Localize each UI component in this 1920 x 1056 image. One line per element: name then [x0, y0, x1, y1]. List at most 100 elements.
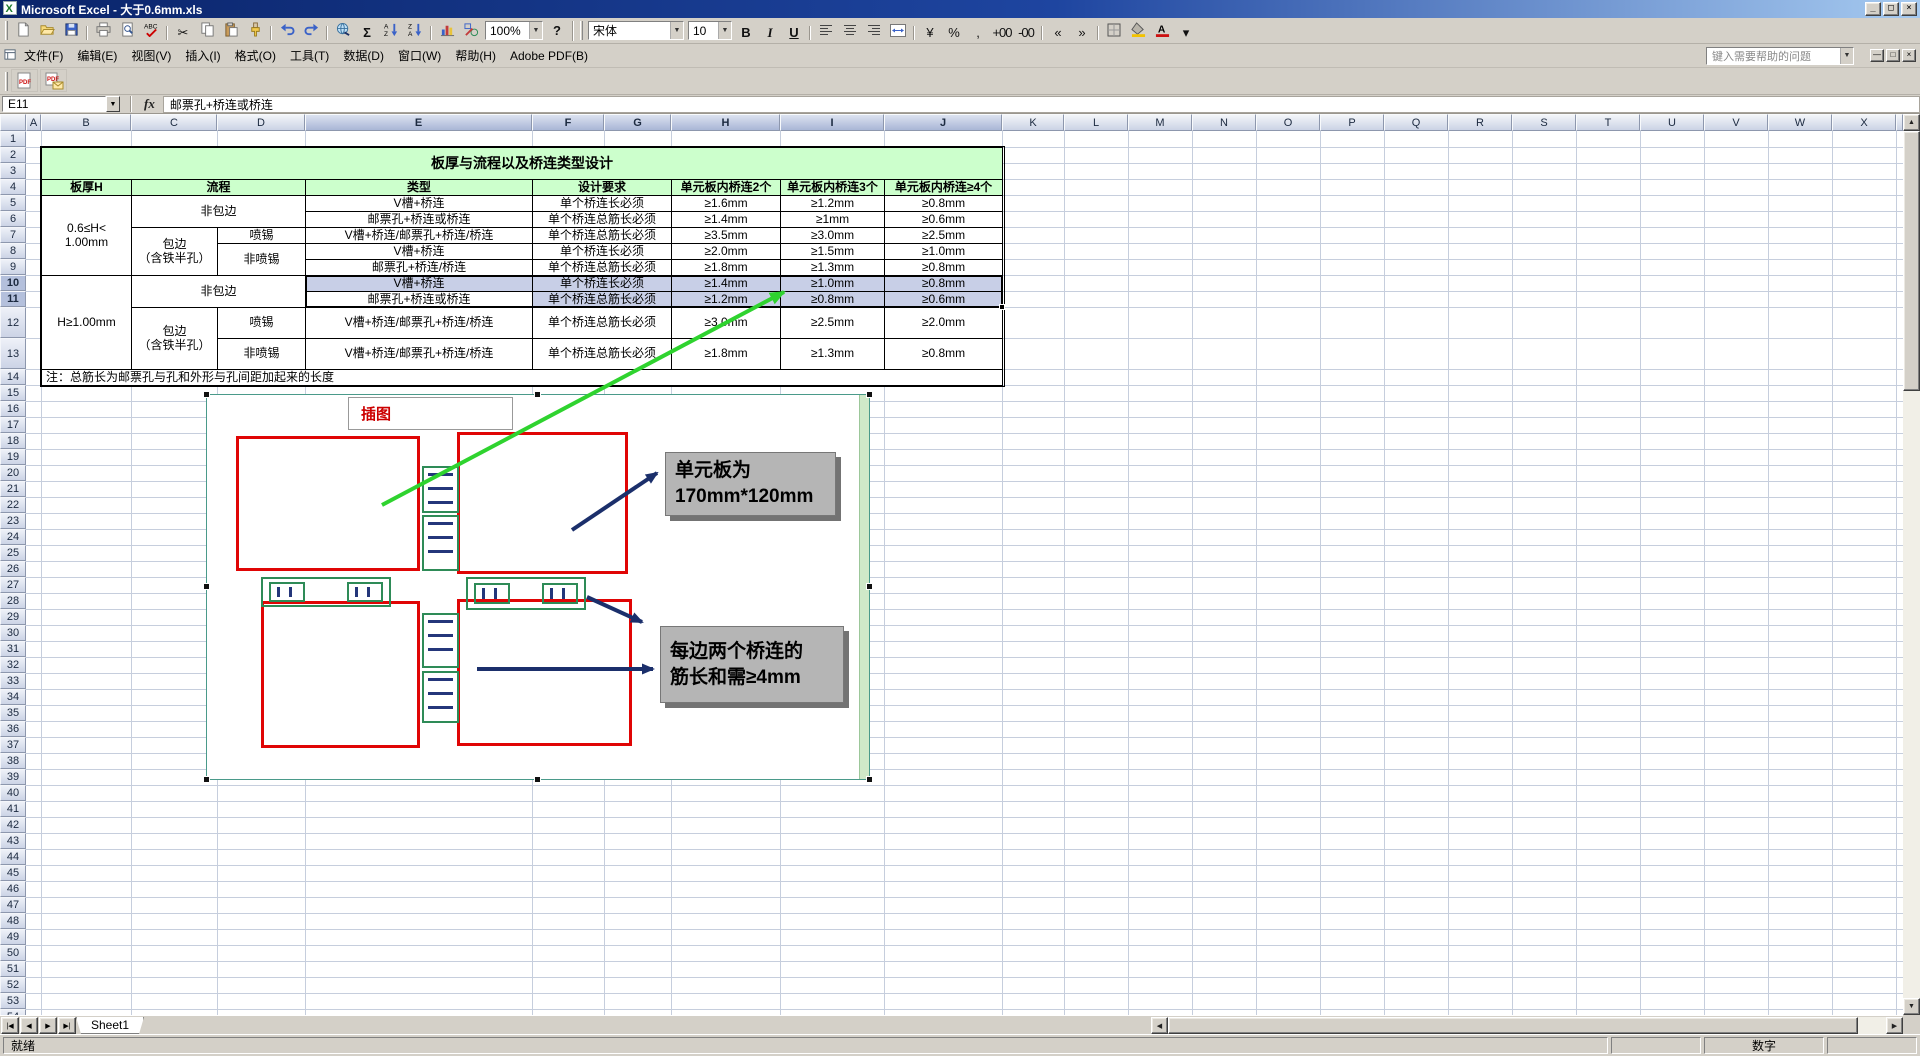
row-header-46[interactable]: 46 — [0, 881, 26, 897]
column-header-I[interactable]: I — [780, 114, 884, 131]
cell[interactable]: ≥0.6mm — [884, 291, 1003, 308]
formula-input[interactable]: 邮票孔+桥连或桥连 — [162, 95, 1920, 113]
cell[interactable]: ≥1mm — [780, 211, 885, 228]
picture-illustration[interactable]: 插图 单元板为 170mm*120mm 每边两个桥连的 筋长和需≥4mm — [203, 391, 873, 783]
cell[interactable]: 设计要求 — [532, 179, 672, 196]
row-header-42[interactable]: 42 — [0, 817, 26, 833]
row-header-11[interactable]: 11 — [0, 291, 26, 307]
menu-item-3[interactable]: 插入(I) — [178, 45, 227, 67]
row-header-29[interactable]: 29 — [0, 609, 26, 625]
row-header-21[interactable]: 21 — [0, 481, 26, 497]
cell[interactable]: ≥1.4mm — [671, 211, 781, 228]
column-header-E[interactable]: E — [305, 114, 532, 131]
insert-function-button[interactable]: fx — [144, 96, 155, 112]
undo-button[interactable] — [276, 19, 298, 40]
cell[interactable]: V槽+桥连/邮票孔+桥连/桥连 — [305, 227, 533, 244]
row-header-47[interactable]: 47 — [0, 897, 26, 913]
cell[interactable]: ≥0.6mm — [884, 211, 1003, 228]
row-header-39[interactable]: 39 — [0, 769, 26, 785]
chevron-down-icon[interactable]: ▼ — [670, 22, 683, 39]
column-header-J[interactable]: J — [884, 114, 1002, 131]
cell[interactable]: ≥1.6mm — [671, 195, 781, 212]
cell[interactable]: 注：总筋长为邮票孔与孔和外形与孔间距加起来的长度 — [41, 369, 1003, 386]
selection-handle[interactable] — [203, 583, 210, 590]
row-header-9[interactable]: 9 — [0, 259, 26, 275]
cell[interactable]: ≥1.0mm — [780, 275, 885, 292]
align-center-button[interactable] — [839, 20, 861, 41]
help-button[interactable]: ? — [546, 20, 568, 41]
selection-handle[interactable] — [534, 776, 541, 783]
row-header-33[interactable]: 33 — [0, 673, 26, 689]
cell[interactable]: 单个桥连长必须 — [532, 195, 672, 212]
row-header-1[interactable]: 1 — [0, 131, 26, 147]
convert-to-adobe-pdf-and-email-button[interactable]: PDF — [40, 69, 67, 93]
cell[interactable]: 包边 （含铁半孔） — [131, 307, 218, 370]
cell[interactable]: 包边 （含铁半孔） — [131, 227, 218, 276]
row-header-28[interactable]: 28 — [0, 593, 26, 609]
sheet-grid[interactable]: 1 2 3 4 5 6 7 8 9 10 11 12 13 14 15 16 17 18 19 20 21 22 23 24 2… — [0, 131, 1903, 1015]
row-header-4[interactable]: 4 — [0, 179, 26, 195]
scroll-left-icon[interactable]: ◀ — [1151, 1017, 1168, 1034]
convert-to-adobe-pdf-button[interactable]: PDF — [11, 69, 38, 93]
cell[interactable]: ≥1.4mm — [671, 275, 781, 292]
row-header-53[interactable]: 53 — [0, 993, 26, 1009]
cell[interactable]: ≥0.8mm — [884, 259, 1003, 276]
scroll-up-icon[interactable]: ▲ — [1903, 114, 1920, 131]
column-header-W[interactable]: W — [1768, 114, 1832, 131]
merge-center-button[interactable] — [887, 20, 909, 41]
row-header-34[interactable]: 34 — [0, 689, 26, 705]
autosum-button[interactable]: Σ — [356, 22, 378, 43]
column-header-M[interactable]: M — [1128, 114, 1192, 131]
row-header-31[interactable]: 31 — [0, 641, 26, 657]
vertical-scrollbar[interactable]: ▲ ▼ — [1903, 114, 1920, 1015]
cell[interactable]: 邮票孔+桥连/桥连 — [305, 259, 533, 276]
increase-indent-button[interactable]: » — [1071, 22, 1093, 43]
row-header-8[interactable]: 8 — [0, 243, 26, 259]
column-header-Q[interactable]: Q — [1384, 114, 1448, 131]
cell[interactable]: ≥0.8mm — [780, 291, 885, 308]
row-header-50[interactable]: 50 — [0, 945, 26, 961]
cell[interactable]: 类型 — [305, 179, 533, 196]
selection-handle[interactable] — [866, 583, 873, 590]
column-header-L[interactable]: L — [1064, 114, 1128, 131]
row-header-15[interactable]: 15 — [0, 385, 26, 401]
cell[interactable]: 单元板内桥连2个 — [671, 179, 781, 196]
cell[interactable]: ≥1.5mm — [780, 243, 885, 260]
row-header-48[interactable]: 48 — [0, 913, 26, 929]
currency-button[interactable]: ¥ — [919, 22, 941, 43]
cell[interactable]: ≥1.0mm — [884, 243, 1003, 260]
column-header-O[interactable]: O — [1256, 114, 1320, 131]
row-header-7[interactable]: 7 — [0, 227, 26, 243]
menu-item-4[interactable]: 格式(O) — [228, 45, 283, 67]
chevron-down-icon[interactable]: ▼ — [1840, 47, 1853, 64]
menu-item-0[interactable]: 文件(F) — [17, 45, 70, 67]
cell[interactable]: 0.6≤H< 1.00mm — [41, 195, 132, 276]
cell[interactable]: V槽+桥连 — [305, 243, 533, 260]
cell[interactable]: ≥1.3mm — [780, 259, 885, 276]
column-header-H[interactable]: H — [671, 114, 780, 131]
drawing-button[interactable] — [460, 19, 482, 40]
selection-handle[interactable] — [534, 391, 541, 398]
column-header-V[interactable]: V — [1704, 114, 1768, 131]
insert-hyperlink-button[interactable] — [332, 19, 354, 40]
comma-button[interactable]: , — [967, 22, 989, 43]
help-question-box[interactable]: 键入需要帮助的问题 ▼ — [1706, 46, 1854, 65]
toolbar-grip[interactable] — [580, 21, 583, 40]
decrease-indent-button[interactable]: « — [1047, 22, 1069, 43]
row-header-26[interactable]: 26 — [0, 561, 26, 577]
chevron-down-icon[interactable]: ▼ — [529, 22, 542, 39]
row-header-25[interactable]: 25 — [0, 545, 26, 561]
align-left-button[interactable] — [815, 20, 837, 41]
cell[interactable]: 非喷锡 — [217, 243, 306, 276]
cell[interactable]: 单元板内桥连≥4个 — [884, 179, 1003, 196]
cut-button[interactable]: ✂ — [172, 22, 194, 43]
vertical-scroll-track[interactable] — [1903, 131, 1920, 998]
column-header-N[interactable]: N — [1192, 114, 1256, 131]
selection-handle[interactable] — [203, 391, 210, 398]
column-header-R[interactable]: R — [1448, 114, 1512, 131]
cell[interactable]: V槽+桥连 — [305, 195, 533, 212]
workbook-close-button[interactable]: × — [1902, 49, 1916, 62]
row-header-38[interactable]: 38 — [0, 753, 26, 769]
row-header-14[interactable]: 14 — [0, 369, 26, 385]
cell[interactable]: ≥3.5mm — [671, 227, 781, 244]
